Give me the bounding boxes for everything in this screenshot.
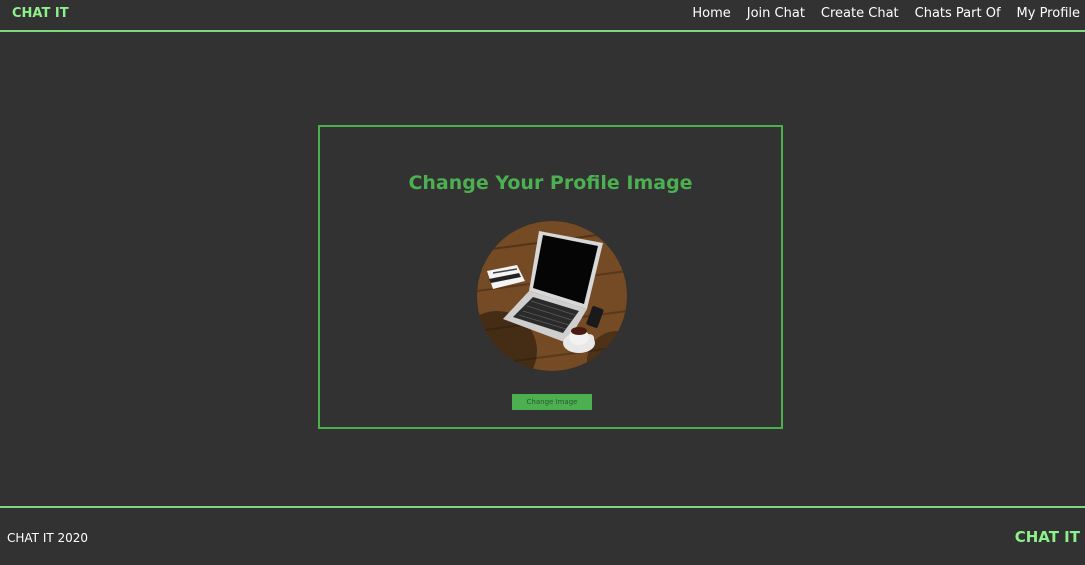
laptop-photo-icon bbox=[477, 221, 627, 371]
nav-links: Home Join Chat Create Chat Chats Part Of… bbox=[692, 6, 1080, 21]
profile-avatar bbox=[477, 221, 627, 371]
footer: CHAT IT 2020 CHAT IT bbox=[0, 506, 1085, 565]
footer-copyright: CHAT IT 2020 bbox=[7, 531, 89, 545]
footer-brand-logo: CHAT IT bbox=[1014, 528, 1080, 546]
nav-link-chats-part-of[interactable]: Chats Part Of bbox=[915, 6, 1001, 21]
nav-link-create-chat[interactable]: Create Chat bbox=[821, 6, 899, 21]
nav-link-my-profile[interactable]: My Profile bbox=[1017, 6, 1080, 21]
brand-logo[interactable]: CHAT IT bbox=[12, 6, 69, 21]
nav-link-home[interactable]: Home bbox=[692, 6, 730, 21]
top-navbar: CHAT IT Home Join Chat Create Chat Chats… bbox=[0, 0, 1085, 32]
page-title: Change Your Profile Image bbox=[408, 172, 693, 194]
change-image-button[interactable]: Change Image bbox=[512, 394, 592, 410]
profile-image-card: Change Your Profile Image Change Image bbox=[318, 125, 783, 429]
nav-link-join-chat[interactable]: Join Chat bbox=[747, 6, 805, 21]
